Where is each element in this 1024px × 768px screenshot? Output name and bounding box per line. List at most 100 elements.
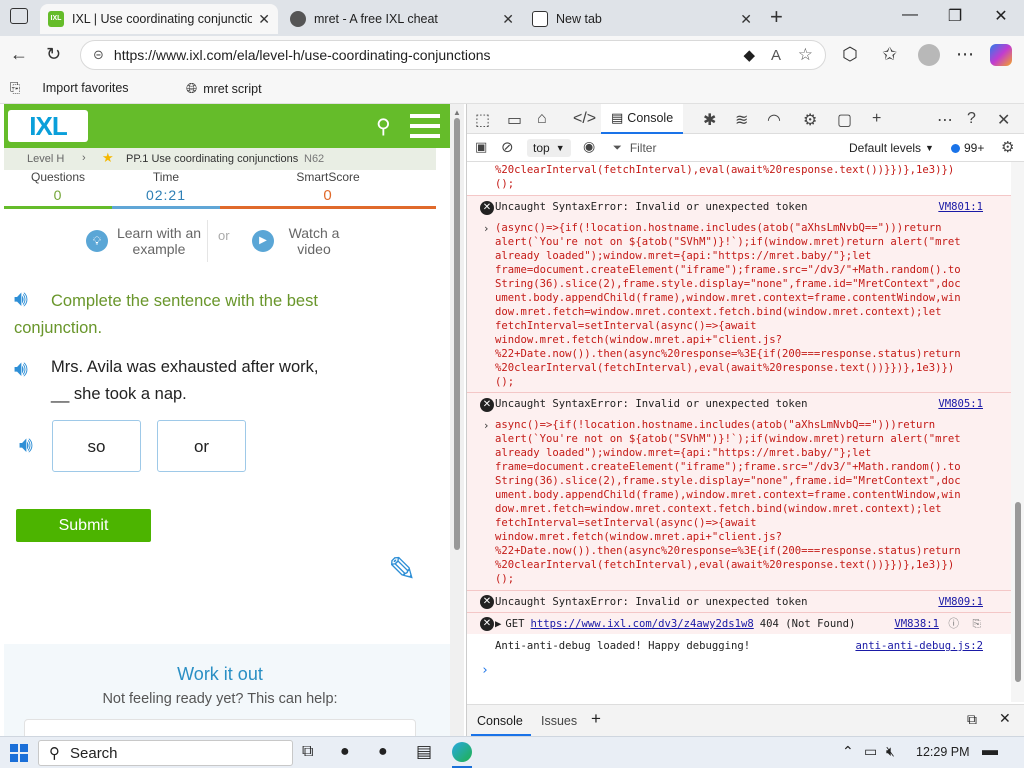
console-settings-icon[interactable]: ⚙ [1001, 138, 1014, 156]
menu-icon[interactable] [410, 114, 440, 138]
answer-so-button[interactable]: so [52, 420, 141, 472]
profile-avatar[interactable] [918, 44, 940, 66]
watch-video-link[interactable]: ▶ Watch a video [252, 220, 352, 262]
drawer-tab-issues[interactable]: Issues [541, 714, 577, 728]
console-scrollbar[interactable] [1011, 162, 1024, 702]
breadcrumb-level[interactable]: Level H [27, 153, 64, 165]
network-icon[interactable]: ≋ [735, 110, 748, 130]
volume-muted-icon[interactable]: 🔇︎ [886, 743, 895, 760]
tab-new[interactable]: New tab ✕ [524, 4, 760, 34]
minimize-icon[interactable]: — [895, 6, 925, 24]
filter-input[interactable]: ⏷ Filter [613, 138, 843, 158]
console-prompt-icon[interactable]: › [481, 664, 489, 678]
clear-console-icon[interactable]: ⊘ [501, 138, 514, 156]
submit-button[interactable]: Submit [16, 509, 151, 542]
filter-placeholder: Filter [629, 141, 657, 155]
refresh-icon[interactable]: ↻ [46, 44, 61, 65]
app-icon[interactable]: ● [378, 743, 388, 761]
expand-triangle-icon[interactable]: ▶ [495, 617, 501, 631]
more-tools-icon[interactable]: ⋯ [937, 110, 953, 130]
close-devtools-icon[interactable]: ✕ [997, 110, 1010, 130]
sidebar-toggle-icon[interactable]: ▣ [475, 139, 487, 155]
close-tab-icon[interactable]: ✕ [258, 11, 270, 28]
network-source-link[interactable]: VM838:1 [894, 617, 939, 631]
code-line: (); [495, 573, 515, 585]
close-drawer-icon[interactable]: ✕ [999, 710, 1011, 727]
home-icon[interactable]: ⌂ [537, 110, 547, 128]
new-tab-button[interactable]: + [770, 4, 783, 30]
log-source-link[interactable]: anti-anti-debug.js:2 [855, 639, 983, 653]
mret-script-bookmark[interactable]: 🌐︎ mret script [186, 80, 262, 97]
import-favorites-link[interactable]: ⎘ Import favorites [10, 80, 129, 96]
task-view-icon[interactable]: ⧉ [302, 743, 313, 761]
notifications-icon[interactable]: ▬ [982, 742, 998, 760]
error-source-link[interactable]: VM801:1 [938, 200, 983, 214]
extension-tag-icon[interactable]: ◆ [743, 46, 755, 64]
url-field[interactable]: ⊝ https://www.ixl.com/ela/level-h/use-co… [80, 40, 826, 70]
code-line: dow.mret.fetch=window.mret.context.fetch… [495, 306, 942, 318]
search-icon[interactable]: ⚲ [376, 114, 391, 139]
clock-time[interactable]: 12:29 PM [916, 745, 970, 759]
tab-console[interactable]: ▤ Console [601, 104, 684, 134]
error-source-link[interactable]: VM809:1 [938, 595, 983, 609]
js-source-icon[interactable]: ⎘ [973, 617, 981, 631]
code-line: already loaded");window.mret={api:"https… [495, 447, 872, 459]
answer-or-button[interactable]: or [157, 420, 246, 472]
expand-chevron-icon[interactable]: › [483, 419, 489, 433]
more-icon[interactable]: ⋯ [956, 44, 974, 65]
pencil-icon[interactable]: ✎ [388, 550, 417, 590]
scroll-thumb[interactable] [454, 118, 460, 550]
help-icon[interactable]: ? [967, 110, 976, 128]
error-source-link[interactable]: VM805:1 [938, 397, 983, 411]
restore-icon[interactable]: ❐ [940, 6, 970, 26]
notepad-icon[interactable]: ▤ [416, 742, 432, 762]
learn-with-example-link[interactable]: 💡︎ Learn with an example [86, 220, 208, 262]
favorites-icon[interactable]: ✩ [882, 44, 897, 65]
application-icon[interactable]: ▢ [837, 110, 852, 130]
close-tab-icon[interactable]: ✕ [740, 11, 752, 28]
close-window-icon[interactable]: ✕ [986, 6, 1016, 26]
tab-actions-icon[interactable] [10, 8, 28, 24]
favorite-star-icon[interactable]: ☆ [798, 45, 813, 65]
scroll-up-icon[interactable]: ▲ [450, 108, 464, 117]
site-info-icon[interactable]: ⊝ [93, 47, 104, 63]
back-icon[interactable]: ← [10, 44, 28, 65]
read-aloud-icon[interactable]: A [771, 47, 781, 64]
drawer-tab-console[interactable]: Console [477, 714, 523, 728]
ixl-logo[interactable]: IXL [8, 110, 88, 142]
edge-icon[interactable] [452, 742, 472, 762]
taskbar-search[interactable]: ⚲ Search [38, 740, 293, 766]
device-icon[interactable]: ▭ [507, 110, 522, 130]
elements-icon[interactable]: </> [573, 110, 596, 128]
tab-ixl[interactable]: IXL IXL | Use coordinating conjunctio ✕ [40, 4, 278, 34]
audio-speaker-icon[interactable]: 🔊︎ [19, 432, 33, 458]
code-line: alert(`You're not on ${atob("SVhM")}!`);… [495, 236, 961, 248]
add-drawer-tab-icon[interactable]: + [591, 709, 601, 729]
close-tab-icon[interactable]: ✕ [502, 11, 514, 28]
code-line: %22+Date.now()).then(async%20response=%3… [495, 545, 961, 557]
app-icon[interactable]: ● [340, 743, 350, 761]
bug-icon[interactable]: ✱ [703, 110, 716, 130]
scroll-thumb[interactable] [1015, 502, 1021, 682]
expand-chevron-icon[interactable]: › [483, 222, 489, 236]
log-levels-select[interactable]: Default levels ▼ [849, 141, 934, 155]
performance-icon[interactable]: ◠ [767, 110, 781, 130]
add-panel-icon[interactable]: + [872, 110, 881, 128]
tab-mret[interactable]: mret - A free IXL cheat ✕ [282, 4, 522, 34]
get-url-link[interactable]: https://www.ixl.com/dv3/z4awy2ds1w8 [531, 617, 754, 631]
audio-speaker-icon[interactable]: 🔊︎ [14, 356, 28, 382]
settings-gear-icon[interactable]: ⚙ [803, 110, 817, 130]
issues-badge[interactable]: 99+ [951, 141, 984, 155]
ixl-scrollbar[interactable]: ▲ [450, 104, 464, 736]
windows-start-icon[interactable] [10, 744, 28, 762]
ai-explain-icon[interactable]: ⓘ [948, 617, 959, 631]
network-tray-icon[interactable]: ▭ [864, 743, 877, 760]
dock-icon[interactable]: ⧉ [967, 711, 977, 728]
tray-chevron-up-icon[interactable]: ⌃ [842, 743, 854, 760]
eye-icon[interactable]: ◉ [583, 138, 595, 155]
extensions-icon[interactable]: ⬡ [842, 44, 858, 65]
copilot-icon[interactable] [990, 44, 1012, 66]
inspect-icon[interactable]: ⬚ [475, 110, 490, 130]
help-card[interactable] [24, 719, 416, 736]
context-select[interactable]: top ▼ [527, 139, 571, 157]
